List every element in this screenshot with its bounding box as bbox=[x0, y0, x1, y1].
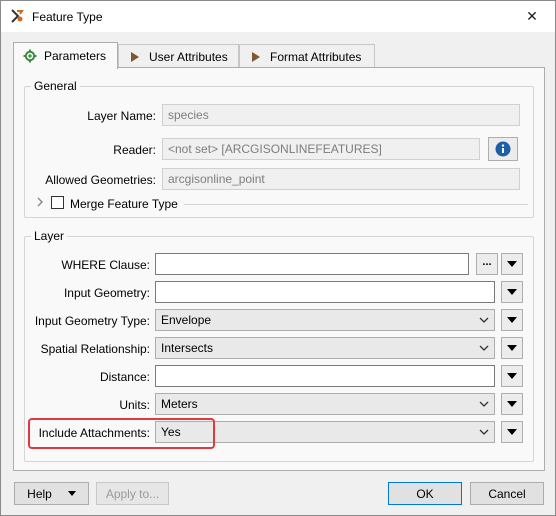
tag-icon bbox=[127, 49, 143, 65]
tag-icon bbox=[248, 49, 264, 65]
spatial-relationship-select[interactable]: Intersects bbox=[155, 337, 495, 359]
include-attachments-menu-button[interactable] bbox=[501, 421, 523, 443]
tab-format-attributes-label: Format Attributes bbox=[270, 49, 362, 64]
spatial-relationship-value: Intersects bbox=[161, 341, 214, 355]
cancel-button[interactable]: Cancel bbox=[470, 482, 544, 505]
merge-feature-type-label: Merge Feature Type bbox=[70, 197, 178, 211]
where-clause-menu-button[interactable] bbox=[501, 253, 523, 275]
close-button[interactable]: ✕ bbox=[509, 1, 555, 32]
tab-parameters-label: Parameters bbox=[44, 49, 107, 63]
arrow-down-icon bbox=[507, 401, 517, 407]
tab-user-attributes[interactable]: User Attributes bbox=[118, 44, 239, 68]
layer-name-label: Layer Name: bbox=[87, 109, 156, 123]
units-label: Units: bbox=[119, 398, 150, 412]
arrow-down-icon bbox=[507, 289, 517, 295]
where-clause-input[interactable] bbox=[155, 253, 469, 275]
feature-type-dialog: Feature Type ✕ Parameters User Attribute… bbox=[0, 0, 556, 516]
input-geometry-type-value: Envelope bbox=[161, 313, 212, 327]
distance-menu-button[interactable] bbox=[501, 365, 523, 387]
window-title: Feature Type bbox=[32, 10, 103, 24]
units-menu-button[interactable] bbox=[501, 393, 523, 415]
reader-field: <not set> [ARCGISONLINEFEATURES] bbox=[162, 138, 480, 160]
layer-name-field: species bbox=[162, 104, 520, 126]
fme-app-icon bbox=[11, 9, 24, 23]
ellipsis-icon: ... bbox=[482, 256, 492, 268]
help-button-label: Help bbox=[27, 486, 52, 501]
input-geometry-type-label: Input Geometry Type: bbox=[34, 314, 150, 328]
close-icon: ✕ bbox=[526, 8, 538, 24]
ok-button-label: OK bbox=[416, 486, 434, 501]
chevron-down-icon bbox=[479, 401, 489, 407]
apply-to-button[interactable]: Apply to... bbox=[96, 482, 169, 505]
input-geometry-menu-button[interactable] bbox=[501, 281, 523, 303]
arrow-down-icon bbox=[507, 261, 517, 267]
chevron-down-icon bbox=[479, 345, 489, 351]
arrow-down-icon bbox=[67, 491, 76, 496]
units-select[interactable]: Meters bbox=[155, 393, 495, 415]
include-attachments-highlight bbox=[28, 418, 215, 449]
input-geometry-input[interactable] bbox=[155, 281, 495, 303]
spatial-relationship-label: Spatial Relationship: bbox=[40, 342, 150, 356]
allowed-geometries-label: Allowed Geometries: bbox=[45, 173, 156, 187]
tab-parameters[interactable]: Parameters bbox=[13, 42, 118, 69]
units-value: Meters bbox=[161, 397, 198, 411]
cancel-button-label: Cancel bbox=[488, 486, 526, 501]
where-clause-browse-button[interactable]: ... bbox=[476, 253, 498, 275]
title-bar: Feature Type ✕ bbox=[1, 1, 555, 32]
expand-chevron-icon[interactable] bbox=[36, 196, 46, 208]
info-icon bbox=[495, 141, 511, 157]
allowed-geometries-field: arcgisonline_point bbox=[162, 168, 520, 190]
tab-format-attributes[interactable]: Format Attributes bbox=[239, 44, 375, 68]
arrow-down-icon bbox=[507, 373, 517, 379]
reader-label: Reader: bbox=[113, 143, 156, 157]
spatial-relationship-menu-button[interactable] bbox=[501, 337, 523, 359]
arrow-down-icon bbox=[507, 317, 517, 323]
help-button[interactable]: Help bbox=[14, 482, 89, 505]
arrow-down-icon bbox=[507, 345, 517, 351]
where-clause-label: WHERE Clause: bbox=[61, 258, 150, 272]
parameters-panel: General Layer Name: species Reader: <not… bbox=[13, 67, 545, 471]
distance-label: Distance: bbox=[99, 370, 150, 384]
chevron-down-icon bbox=[479, 317, 489, 323]
ok-button[interactable]: OK bbox=[388, 482, 462, 505]
merge-divider bbox=[184, 204, 528, 205]
apply-to-button-label: Apply to... bbox=[105, 486, 160, 501]
general-group-title: General bbox=[31, 79, 80, 93]
reader-info-button[interactable] bbox=[488, 137, 518, 161]
input-geometry-label: Input Geometry: bbox=[63, 286, 150, 300]
gear-icon bbox=[22, 48, 38, 64]
input-geometry-type-select[interactable]: Envelope bbox=[155, 309, 495, 331]
input-geometry-type-menu-button[interactable] bbox=[501, 309, 523, 331]
distance-input[interactable] bbox=[155, 365, 495, 387]
arrow-down-icon bbox=[507, 429, 517, 435]
merge-feature-type-checkbox[interactable] bbox=[51, 196, 64, 209]
chevron-down-icon bbox=[479, 429, 489, 435]
layer-group-title: Layer bbox=[31, 229, 68, 243]
tab-user-attributes-label: User Attributes bbox=[149, 49, 228, 64]
